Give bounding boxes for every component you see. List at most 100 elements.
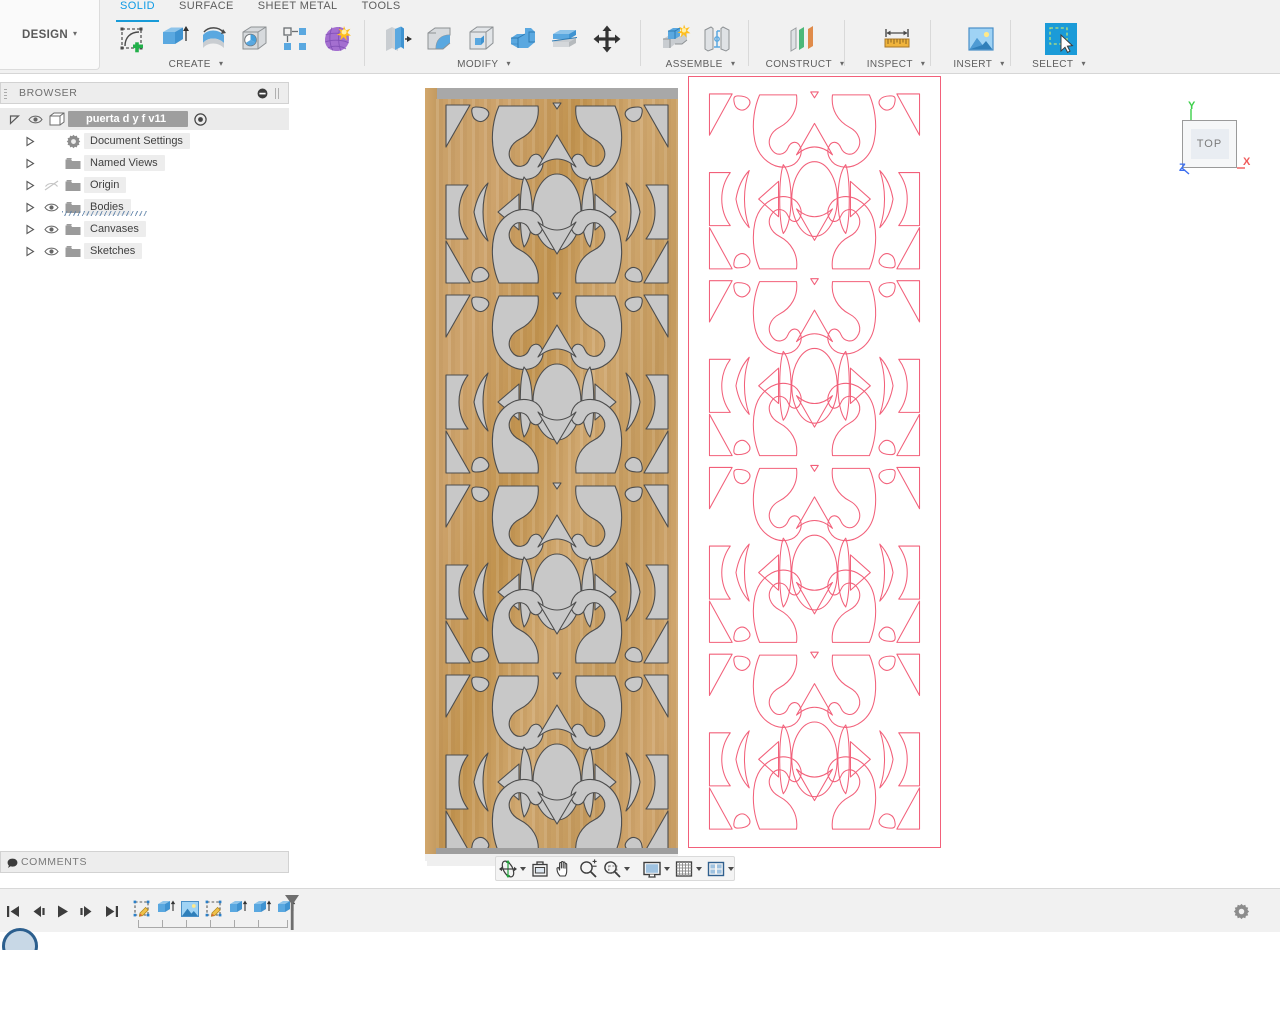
door-panel-solid-body[interactable] <box>425 88 678 866</box>
folder-icon <box>62 240 84 262</box>
chevron-down-icon[interactable] <box>624 866 630 871</box>
new-component-button[interactable] <box>656 20 694 58</box>
expand-arrow-icon[interactable] <box>20 196 40 218</box>
ribbon-divider <box>640 20 641 66</box>
tab-surface[interactable]: SURFACE <box>167 0 246 18</box>
comments-panel-header[interactable]: COMMENTS <box>0 851 289 873</box>
eye-icon[interactable] <box>40 218 62 240</box>
group-label-inspect[interactable]: INSPECT ▾ <box>852 59 940 70</box>
timeline-feature-extrude-2[interactable] <box>226 896 250 922</box>
browser-tree: puerta d y f v11 Document Settings Named… <box>0 108 289 262</box>
folder-icon <box>62 152 84 174</box>
chevron-down-icon[interactable] <box>520 866 526 871</box>
group-label-assemble[interactable]: ASSEMBLE ▾ <box>648 59 753 70</box>
browser-item-document-settings[interactable]: Document Settings <box>0 130 289 152</box>
timeline-feature-extrude-3[interactable] <box>250 896 274 922</box>
chevron-down-icon: ▾ <box>1000 59 1005 68</box>
offset-plane-button[interactable] <box>784 20 822 58</box>
expand-arrow-icon[interactable] <box>4 108 24 130</box>
browser-item-bodies[interactable]: Bodies <box>0 196 289 218</box>
door-panel-sketch[interactable] <box>688 76 941 848</box>
hole-button[interactable] <box>236 20 273 58</box>
3d-viewport[interactable]: TOP Y X Z <box>289 74 1280 887</box>
pan-button[interactable] <box>552 857 576 880</box>
viewports-button[interactable] <box>704 857 736 880</box>
expand-arrow-icon[interactable] <box>20 152 40 174</box>
rectangular-pattern-button[interactable] <box>277 20 314 58</box>
play-forward-button[interactable] <box>50 896 74 926</box>
chevron-down-icon[interactable] <box>664 866 670 871</box>
timeline-feature-sketch-2[interactable] <box>202 896 226 922</box>
joint-button[interactable] <box>698 20 736 58</box>
browser-item-sketches[interactable]: Sketches <box>0 240 289 262</box>
fillet-button[interactable] <box>420 20 458 58</box>
expand-arrow-icon[interactable] <box>20 218 40 240</box>
timeline-feature-extrude-1[interactable] <box>154 896 178 922</box>
sketch-geometry <box>700 88 929 836</box>
create-form-button[interactable] <box>317 20 354 58</box>
ribbon-group-construct: CONSTRUCT ▾ <box>756 18 854 72</box>
expand-arrow-icon[interactable] <box>20 174 40 196</box>
tab-sheet-metal[interactable]: SHEET METAL <box>246 0 350 18</box>
browser-item-label: Sketches <box>84 243 143 259</box>
ribbon-divider <box>748 20 749 66</box>
create-sketch-button[interactable] <box>114 20 151 58</box>
ribbon-group-inspect: INSPECT ▾ <box>852 18 940 72</box>
group-label-construct[interactable]: CONSTRUCT ▾ <box>756 59 854 70</box>
browser-item-origin[interactable]: Origin <box>0 174 289 196</box>
revolve-button[interactable] <box>195 20 232 58</box>
go-to-beginning-button[interactable] <box>2 896 26 926</box>
select-button[interactable] <box>1042 20 1080 58</box>
eye-hidden-icon[interactable] <box>40 174 62 196</box>
zoom-window-button[interactable] <box>600 857 632 880</box>
chevron-down-icon[interactable] <box>696 866 702 871</box>
go-to-end-button[interactable] <box>98 896 122 926</box>
tab-solid[interactable]: SOLID <box>108 0 167 22</box>
eye-icon[interactable] <box>40 240 62 262</box>
timeline-feature-canvas-1[interactable] <box>178 896 202 922</box>
grid-snaps-button[interactable] <box>672 857 704 880</box>
expand-arrow-icon[interactable] <box>20 240 40 262</box>
group-label-create[interactable]: CREATE ▾ <box>136 59 256 70</box>
browser-item-named-views[interactable]: Named Views <box>0 152 289 174</box>
ribbon-group-insert: INSERT ▾ <box>938 18 1020 72</box>
measure-button[interactable] <box>878 20 916 58</box>
look-at-button[interactable] <box>528 857 552 880</box>
orbit-button[interactable] <box>496 857 528 880</box>
group-label-modify[interactable]: MODIFY ▾ <box>424 59 544 70</box>
browser-root-node[interactable]: puerta d y f v11 <box>0 108 289 130</box>
group-label-select[interactable]: SELECT ▾ <box>1018 59 1100 70</box>
browser-item-canvases[interactable]: Canvases <box>0 218 289 240</box>
step-forward-button[interactable] <box>74 896 98 926</box>
display-settings-button[interactable] <box>640 857 672 880</box>
tab-tools[interactable]: TOOLS <box>350 0 413 18</box>
group-label-insert[interactable]: INSERT ▾ <box>938 59 1020 70</box>
folder-icon <box>62 196 84 218</box>
eye-icon[interactable] <box>24 108 46 130</box>
step-back-button[interactable] <box>26 896 50 926</box>
panel-resize-handle[interactable] <box>275 88 279 99</box>
move-copy-button[interactable] <box>588 20 626 58</box>
browser-panel-header[interactable]: BROWSER <box>0 82 289 104</box>
extrude-button[interactable] <box>155 20 192 58</box>
axis-label-x: X <box>1243 156 1251 168</box>
timeline-end-marker[interactable] <box>284 894 299 930</box>
expand-arrow-icon[interactable] <box>20 130 40 152</box>
radio-dot-icon[interactable] <box>190 108 210 130</box>
split-face-button[interactable] <box>546 20 584 58</box>
press-pull-button[interactable] <box>378 20 416 58</box>
collapse-icon[interactable] <box>257 88 268 99</box>
chevron-down-icon[interactable] <box>728 866 734 871</box>
timeline-feature-sketch-1[interactable] <box>130 896 154 922</box>
view-cube[interactable]: TOP Y X Z <box>1157 100 1251 180</box>
timeline-tick <box>186 920 187 927</box>
eye-icon-placeholder <box>40 152 62 174</box>
combine-button[interactable] <box>504 20 542 58</box>
axis-indicator <box>1181 109 1245 175</box>
zoom-button[interactable] <box>576 857 600 880</box>
eye-icon[interactable] <box>40 196 62 218</box>
insert-canvas-button[interactable] <box>962 20 1000 58</box>
shell-button[interactable] <box>462 20 500 58</box>
workspace-switcher-button[interactable]: DESIGN ▾ <box>0 0 100 70</box>
timeline-settings-button[interactable] <box>1233 903 1250 923</box>
